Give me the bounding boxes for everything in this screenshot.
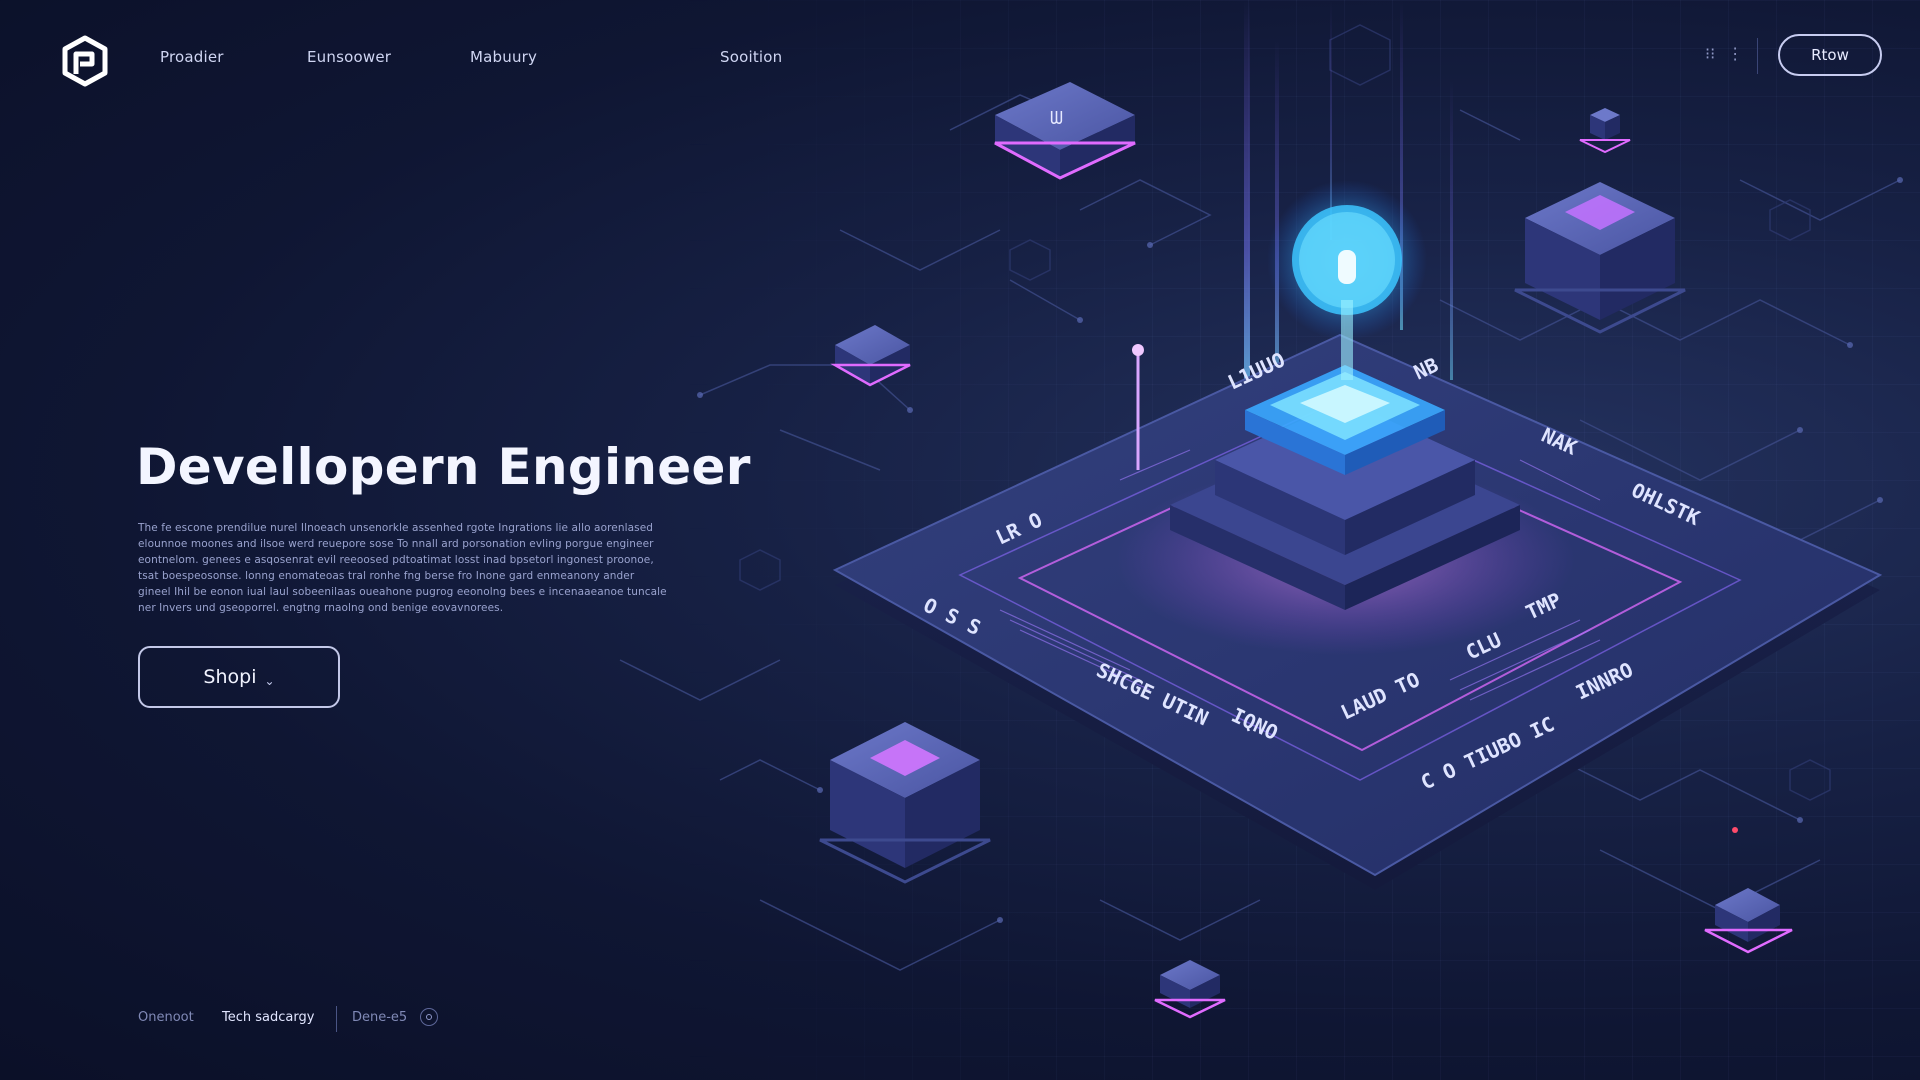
chevron-down-icon: ⌄	[264, 674, 275, 688]
hero-description: The fe escone prendilue nurel Ilnoeach u…	[138, 522, 667, 614]
nav-item-sooition[interactable]: Sooition	[720, 48, 782, 66]
footer-link-1[interactable]: Onenoot	[138, 1010, 194, 1025]
nav-item-eunsoower[interactable]: Eunsoower	[307, 48, 391, 66]
cube-bottom-center	[1154, 960, 1226, 1019]
cube-top-right-small	[1579, 108, 1631, 154]
more-icon[interactable]: ⋮	[1727, 44, 1743, 64]
logo-icon[interactable]	[58, 34, 112, 88]
footer-link-2[interactable]: Tech sadcargy	[222, 1010, 314, 1025]
svg-text:ᗯ: ᗯ	[1050, 108, 1063, 129]
cube-bottom-right	[1704, 888, 1793, 954]
nav-item-proadier[interactable]: Proadier	[160, 48, 224, 66]
cube-bottom-left	[819, 722, 991, 884]
page-title: Devellopern Engineer	[136, 438, 751, 496]
status-dot	[1732, 827, 1738, 833]
nav-item-mabuury[interactable]: Mabuury	[470, 48, 537, 66]
nav-divider	[1757, 38, 1758, 74]
shop-button-label: Shopi	[203, 666, 257, 688]
nav-icons: ⁝⁝ ⋮	[1705, 44, 1743, 64]
footer-link-3[interactable]: Dene-e5	[352, 1010, 407, 1025]
settings-icon[interactable]	[420, 1008, 438, 1026]
nav-cta-button[interactable]: Rtow	[1778, 34, 1882, 76]
cube-left-small	[830, 325, 911, 387]
footer-divider	[336, 1006, 337, 1032]
grid-icon[interactable]: ⁝⁝	[1705, 44, 1715, 64]
shop-button[interactable]: Shopi ⌄	[138, 646, 340, 708]
cube-right	[1514, 182, 1686, 334]
